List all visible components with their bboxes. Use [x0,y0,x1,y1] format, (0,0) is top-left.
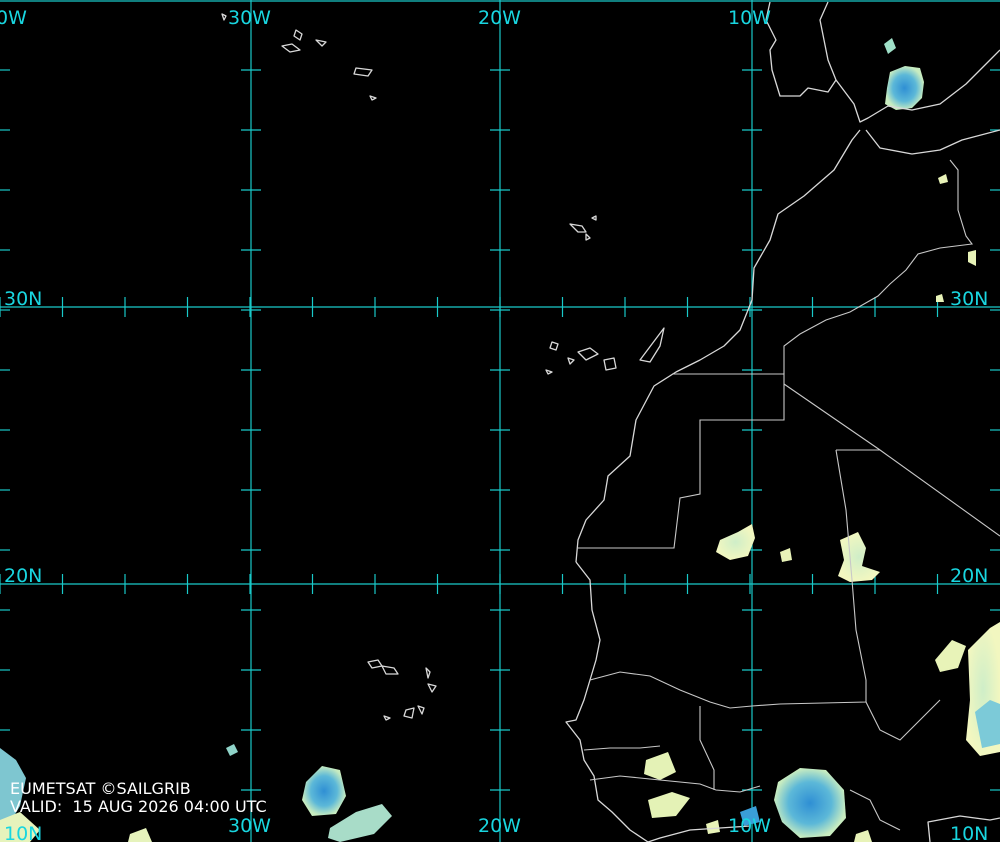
label-10w-bottom: 10W [728,815,771,837]
label-30n-right: 30N [950,288,988,310]
credit-valid-time: VALID: 15 AUG 2026 04:00 UTC [10,797,267,816]
label-30w-top: 30W [228,7,271,29]
credit-source: EUMETSAT ©SAILGRIB [10,779,191,798]
label-top-edge: 0W [0,7,27,29]
satellite-map: 0W 30W 20W 10W 30W 20W 10W 30N 20N 10N 3… [0,0,1000,842]
label-30w-bottom: 30W [228,815,271,837]
label-20w-bottom: 20W [478,815,521,837]
label-20w-top: 20W [478,7,521,29]
label-10n-right: 10N [950,823,988,842]
label-10n-left: 10N [4,823,42,842]
label-10w-top: 10W [728,7,771,29]
label-20n-right: 20N [950,565,988,587]
label-30n-left: 30N [4,288,42,310]
label-20n-left: 20N [4,565,42,587]
